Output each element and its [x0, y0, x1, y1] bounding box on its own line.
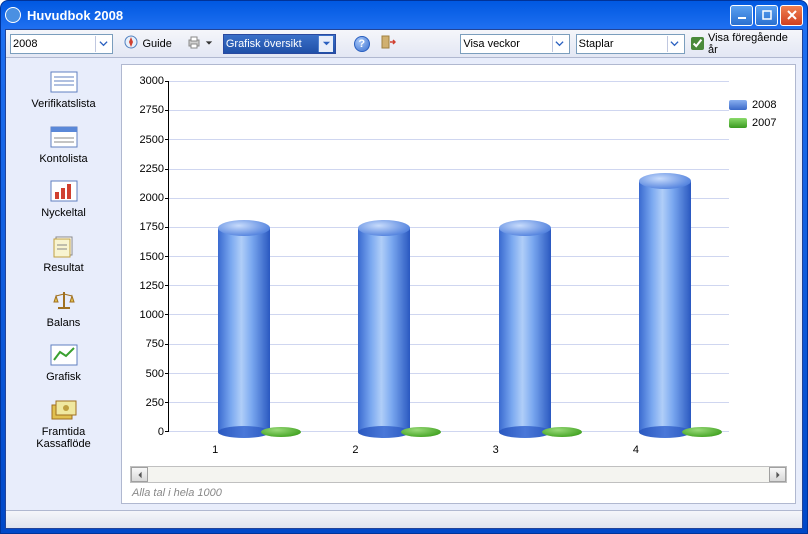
sidebar-icon [47, 396, 81, 424]
sidebar-icon [47, 123, 81, 151]
exit-button[interactable] [376, 32, 400, 55]
y-tick-label: 750 [146, 338, 164, 350]
printer-icon [186, 34, 202, 53]
door-exit-icon [380, 34, 396, 53]
bar-2007 [261, 427, 301, 437]
legend-label: 2007 [752, 117, 776, 129]
legend-label: 2008 [752, 99, 776, 111]
sidebar-icon [47, 341, 81, 369]
prev-year-checkbox-input[interactable] [691, 37, 704, 50]
prev-year-checkbox[interactable]: Visa föregående år [691, 32, 798, 56]
legend-item: 2008 [729, 99, 787, 111]
x-tick-label: 4 [581, 444, 691, 456]
y-tick-label: 2000 [140, 192, 164, 204]
sidebar-icon [47, 68, 81, 96]
y-tick-label: 1750 [140, 221, 164, 233]
y-tick-label: 0 [158, 426, 164, 438]
scroll-track[interactable] [148, 467, 769, 482]
sidebar-label: Grafisk [46, 371, 81, 384]
bar-2007 [682, 427, 722, 437]
minimize-button[interactable] [730, 5, 753, 26]
bar-2008 [218, 228, 270, 432]
sidebar-item[interactable]: Grafisk [6, 341, 121, 384]
bar-2007 [542, 427, 582, 437]
sidebar-item[interactable]: Verifikatslista [6, 68, 121, 111]
sidebar-icon [47, 287, 81, 315]
sidebar-label: Resultat [43, 262, 83, 275]
scroll-right-button[interactable] [769, 467, 786, 482]
y-tick-label: 1000 [140, 309, 164, 321]
view-select-value: Grafisk översikt [226, 38, 302, 50]
y-tick-label: 2250 [140, 163, 164, 175]
year-select-value: 2008 [13, 38, 37, 50]
sidebar-icon [47, 232, 81, 260]
chevron-down-icon [552, 36, 567, 52]
y-tick-label: 2500 [140, 134, 164, 146]
year-select[interactable]: 2008 [10, 34, 113, 54]
app-icon [5, 7, 21, 23]
chart-type-select[interactable]: Staplar [576, 34, 685, 54]
sidebar-label: Verifikatslista [31, 98, 95, 111]
help-button[interactable]: ? [354, 36, 370, 52]
bar-2007 [401, 427, 441, 437]
x-tick-label: 1 [160, 444, 270, 456]
sidebar-label: Balans [47, 317, 81, 330]
y-tick-label: 2750 [140, 104, 164, 116]
legend-item: 2007 [729, 117, 787, 129]
bar-2008 [639, 181, 691, 432]
time-select[interactable]: Visa veckor [460, 34, 569, 54]
chart-type-value: Staplar [579, 38, 614, 50]
y-tick-label: 500 [146, 368, 164, 380]
sidebar-label: Nyckeltal [41, 207, 86, 220]
y-tick-label: 1250 [140, 280, 164, 292]
y-tick-label: 3000 [140, 75, 164, 87]
print-button[interactable] [182, 32, 217, 55]
legend-swatch-2008 [729, 100, 747, 110]
chevron-down-icon [318, 36, 333, 52]
prev-year-label: Visa föregående år [708, 32, 798, 56]
maximize-button[interactable] [755, 5, 778, 26]
chevron-down-icon [205, 38, 213, 50]
x-tick-label: 3 [441, 444, 551, 456]
y-tick-label: 250 [146, 397, 164, 409]
sidebar-label: Kontolista [39, 153, 87, 166]
compass-icon [123, 34, 139, 53]
bar-2008 [358, 228, 410, 432]
time-select-value: Visa veckor [463, 38, 520, 50]
scroll-left-button[interactable] [131, 467, 148, 482]
legend-swatch-2007 [729, 118, 747, 128]
bar-2008 [499, 228, 551, 432]
sidebar-item[interactable]: Nyckeltal [6, 177, 121, 220]
close-button[interactable] [780, 5, 803, 26]
sidebar-item[interactable]: Resultat [6, 232, 121, 275]
guide-label: Guide [142, 38, 171, 50]
chart-legend: 2008 2007 [729, 71, 787, 462]
sidebar-item[interactable]: Kontolista [6, 123, 121, 166]
sidebar-label: FramtidaKassaflöde [36, 426, 90, 451]
y-tick-label: 1500 [140, 251, 164, 263]
chart-footnote: Alla tal i hela 1000 [130, 483, 787, 499]
sidebar-item[interactable]: FramtidaKassaflöde [6, 396, 121, 451]
sidebar-item[interactable]: Balans [6, 287, 121, 330]
x-tick-label: 2 [300, 444, 410, 456]
window-title: Huvudbok 2008 [27, 8, 730, 23]
guide-button[interactable]: Guide [119, 32, 175, 55]
horizontal-scrollbar[interactable] [130, 466, 787, 483]
chevron-down-icon [95, 36, 110, 52]
view-select[interactable]: Grafisk översikt [223, 34, 336, 54]
chevron-down-icon [667, 36, 682, 52]
sidebar-icon [47, 177, 81, 205]
status-bar [6, 510, 802, 528]
